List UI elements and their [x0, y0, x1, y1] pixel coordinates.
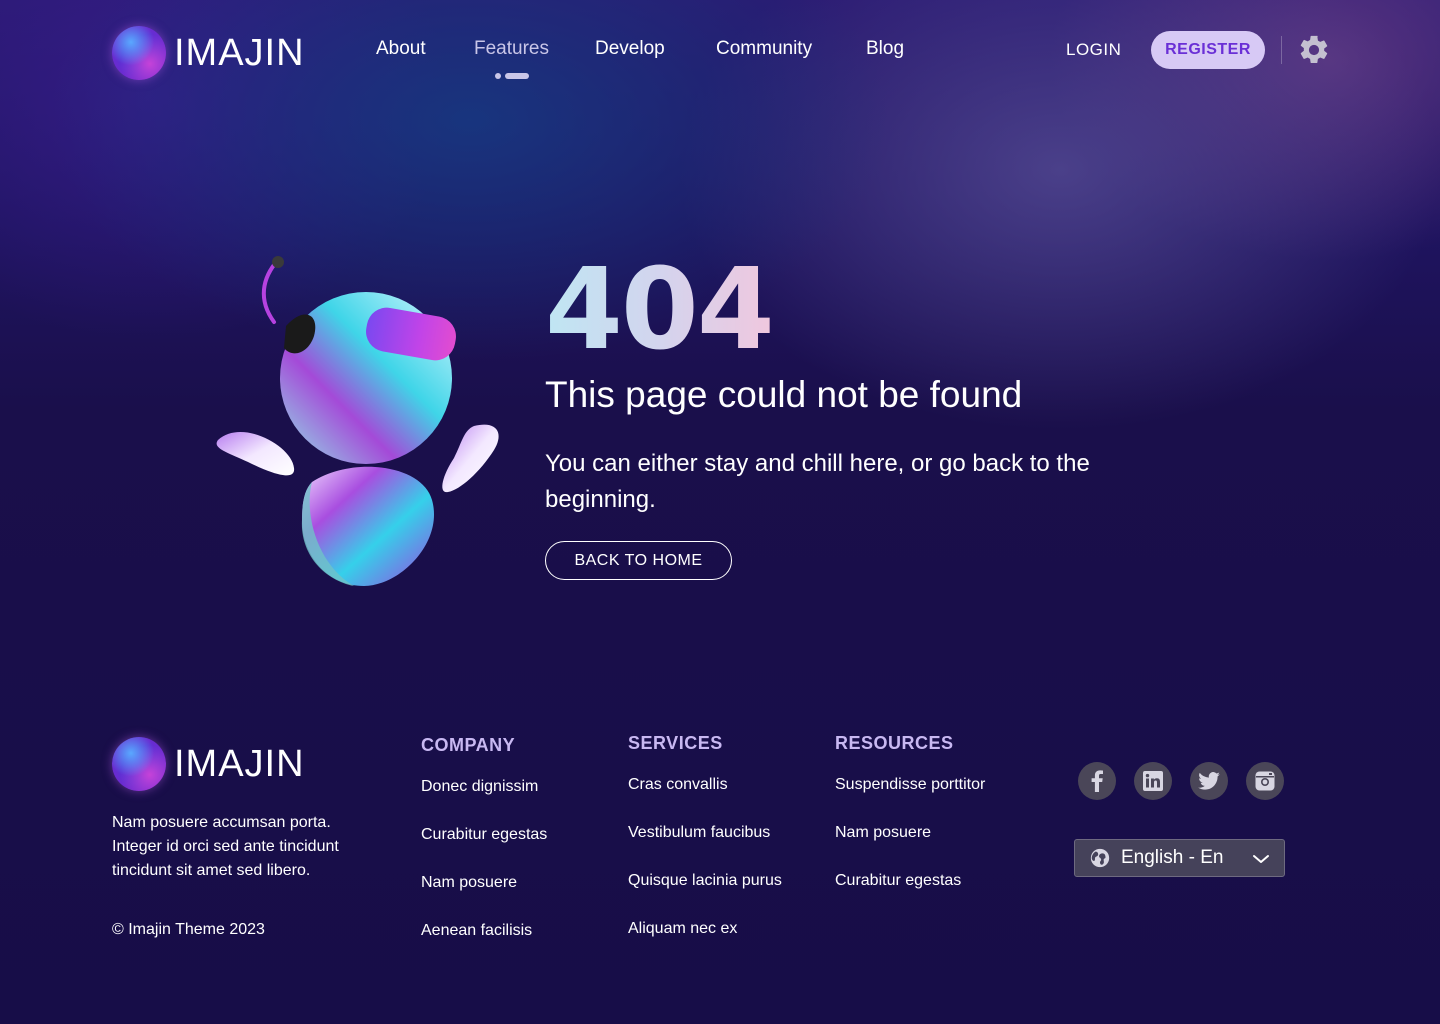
footer-column-title: RESOURCES	[835, 733, 954, 753]
social-links	[1078, 762, 1284, 800]
gear-icon[interactable]	[1297, 33, 1331, 67]
footer-link[interactable]: Aenean facilisis	[421, 921, 547, 969]
footer-column-resources: RESOURCES Suspendisse porttitor Nam posu…	[835, 733, 985, 919]
footer-link[interactable]: Suspendisse porttitor	[835, 775, 985, 823]
logo-orb-icon	[112, 737, 166, 791]
footer-column-company: COMPANY Donec dignissim Curabitur egesta…	[421, 735, 547, 969]
facebook-icon[interactable]	[1078, 762, 1116, 800]
logo-orb-icon	[112, 26, 166, 80]
footer-link[interactable]: Cras convallis	[628, 775, 782, 823]
header-divider	[1281, 36, 1282, 64]
footer-link[interactable]: Nam posuere	[421, 873, 547, 921]
nav-item-community[interactable]: Community	[716, 38, 812, 60]
footer-link[interactable]: Quisque lacinia purus	[628, 871, 782, 919]
twitter-icon[interactable]	[1190, 762, 1228, 800]
footer-brand-logo[interactable]: IMAJIN	[112, 737, 305, 791]
back-to-home-button[interactable]: BACK TO HOME	[545, 541, 732, 580]
login-link[interactable]: LOGIN	[1066, 40, 1121, 60]
copyright-text: © Imajin Theme 2023	[112, 921, 265, 938]
footer-link[interactable]: Vestibulum faucibus	[628, 823, 782, 871]
chevron-down-icon	[1253, 855, 1269, 863]
site-header: IMAJIN About Features Develop Community …	[0, 0, 1440, 100]
globe-icon	[1090, 848, 1110, 868]
footer-about-text: Nam posuere accumsan porta. Integer id o…	[112, 814, 339, 879]
error-description: You can either stay and chill here, or g…	[545, 450, 1090, 513]
language-selector[interactable]: English - En	[1074, 839, 1285, 877]
nav-item-develop[interactable]: Develop	[595, 38, 665, 60]
register-button[interactable]: REGISTER	[1151, 31, 1265, 69]
nav-item-features[interactable]: Features	[474, 38, 549, 60]
instagram-icon[interactable]	[1246, 762, 1284, 800]
brand-logo[interactable]: IMAJIN	[112, 26, 305, 80]
footer-link[interactable]: Aliquam nec ex	[628, 919, 782, 967]
linkedin-icon[interactable]	[1134, 762, 1172, 800]
language-label: English - En	[1121, 847, 1224, 868]
footer-link[interactable]: Curabitur egestas	[421, 825, 547, 873]
footer-link[interactable]: Donec dignissim	[421, 777, 547, 825]
footer-column-title: SERVICES	[628, 733, 723, 753]
error-code: 404	[545, 245, 775, 375]
footer-column-title: COMPANY	[421, 735, 516, 755]
footer-brand-name: IMAJIN	[174, 742, 305, 785]
nav-item-about[interactable]: About	[376, 38, 426, 60]
brand-name: IMAJIN	[174, 31, 305, 74]
footer-column-services: SERVICES Cras convallis Vestibulum fauci…	[628, 733, 782, 967]
robot-illustration	[216, 256, 499, 586]
page-title: This page could not be found	[545, 374, 1023, 415]
footer-link[interactable]: Curabitur egestas	[835, 871, 985, 919]
nav-item-blog[interactable]: Blog	[866, 38, 904, 60]
footer-link[interactable]: Nam posuere	[835, 823, 985, 871]
active-nav-indicator	[495, 73, 529, 79]
